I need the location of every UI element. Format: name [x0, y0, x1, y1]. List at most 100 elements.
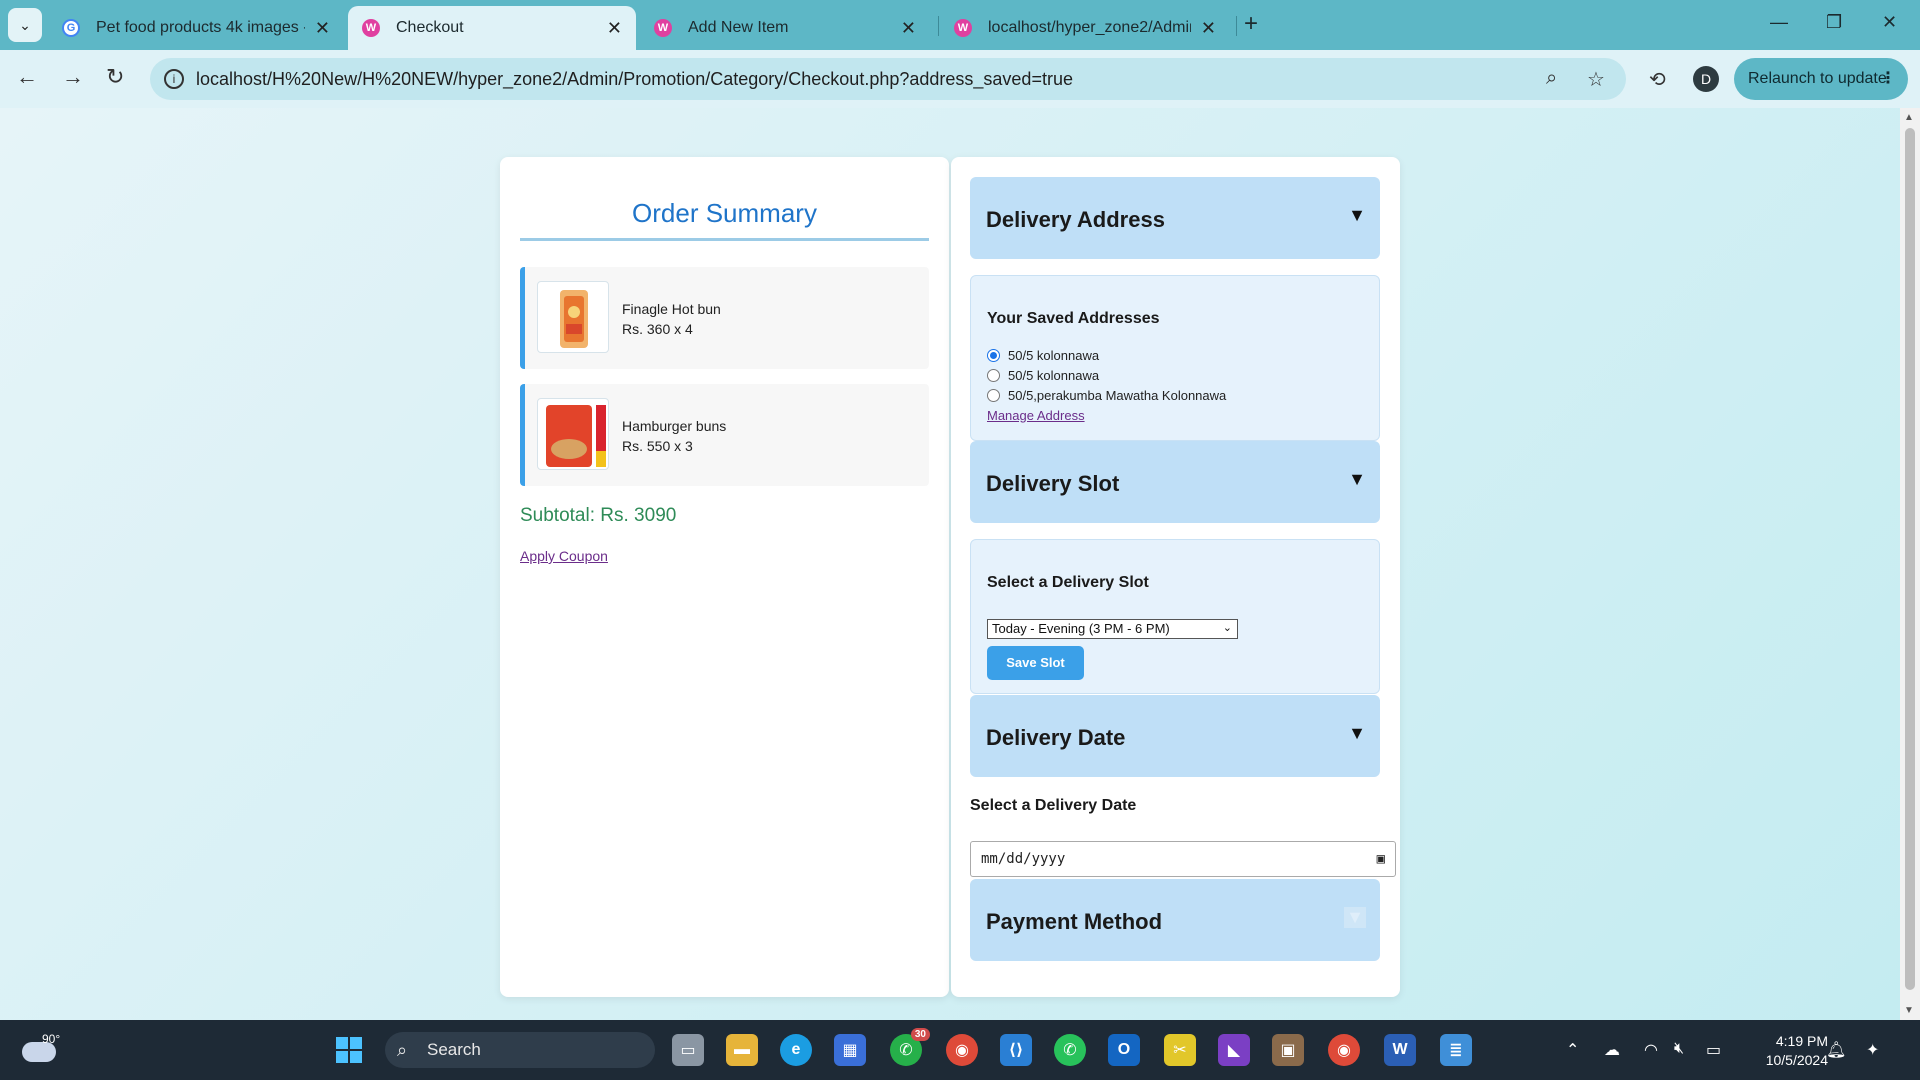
file-explorer-icon[interactable]: ▬ [726, 1034, 758, 1066]
close-tab-icon[interactable]: ✕ [901, 18, 916, 39]
accordion-label: Delivery Address [986, 207, 1165, 232]
expand-arrow-icon[interactable]: ▼ [1348, 205, 1366, 226]
battery-icon[interactable]: ▭ [1706, 1040, 1721, 1060]
date: 10/5/2024 [1765, 1052, 1828, 1068]
delivery-slot-select[interactable]: Today - Evening (3 PM - 6 PM) ⌄ [987, 619, 1238, 639]
saved-addresses-title: Your Saved Addresses [987, 310, 1160, 327]
minimize-icon[interactable]: — [1770, 12, 1788, 33]
cart-item: Hamburger buns Rs. 550 x 3 [520, 384, 929, 486]
calendar-icon[interactable]: ▣ [1377, 851, 1385, 867]
site-icon: W [654, 19, 672, 37]
delivery-date-header[interactable]: Delivery Date ▼ [970, 695, 1380, 777]
product-image [537, 398, 609, 470]
accordion-label: Delivery Date [986, 725, 1126, 750]
address-option[interactable]: 50/5 kolonnawa [987, 368, 1099, 383]
extension-icon[interactable]: ⟲ [1649, 67, 1666, 92]
profile-avatar[interactable]: D [1693, 66, 1719, 92]
scroll-down-icon[interactable]: ▼ [1904, 1005, 1914, 1016]
photo-app-icon[interactable]: ▣ [1272, 1034, 1304, 1066]
apply-coupon-link[interactable]: Apply Coupon [520, 548, 608, 564]
close-tab-icon[interactable]: ✕ [1201, 18, 1216, 39]
scrollbar-thumb[interactable] [1905, 128, 1915, 990]
close-window-icon[interactable]: ✕ [1882, 12, 1897, 33]
notepad-icon[interactable]: ≣ [1440, 1034, 1472, 1066]
page-background [0, 108, 1900, 1020]
delivery-slot-panel: Select a Delivery Slot Today - Evening (… [970, 539, 1380, 694]
site-info-icon[interactable]: i [164, 69, 184, 89]
edge-icon[interactable]: e [780, 1034, 812, 1066]
tab-title: Checkout [396, 19, 464, 36]
onedrive-icon[interactable]: ☁ [1604, 1040, 1620, 1060]
clock[interactable]: 4:19 PM 10/5/2024 [1740, 1032, 1828, 1070]
item-name: Finagle Hot bun [622, 301, 721, 317]
address-option[interactable]: 50/5 kolonnawa [987, 348, 1099, 363]
speaker-muted-icon[interactable]: 🔇︎ [1674, 1040, 1684, 1058]
radio-button[interactable] [987, 349, 1000, 362]
restore-icon[interactable]: ❐ [1826, 12, 1842, 33]
tab-search-button[interactable]: ⌄ [8, 8, 42, 42]
close-tab-icon[interactable]: ✕ [315, 18, 330, 39]
scroll-up-icon[interactable]: ▲ [1904, 112, 1914, 123]
close-tab-icon[interactable]: ✕ [607, 18, 622, 39]
notification-bell-icon[interactable]: 🔔︎ [1826, 1040, 1846, 1060]
radio-button[interactable] [987, 389, 1000, 402]
time: 4:19 PM [1775, 1033, 1828, 1049]
delivery-date-input[interactable]: mm/dd/yyyy ▣ [970, 841, 1396, 877]
tab-add-new-item[interactable]: W Add New Item ✕ [640, 6, 930, 50]
wifi-icon[interactable]: ◠ [1644, 1040, 1658, 1060]
item-name: Hamburger buns [622, 418, 727, 434]
delivery-slot-title: Select a Delivery Slot [987, 574, 1149, 591]
site-icon: W [362, 19, 380, 37]
url-text[interactable]: localhost/H%20New/H%20NEW/hyper_zone2/Ad… [196, 69, 1073, 90]
product-image [537, 281, 609, 353]
chrome-icon[interactable]: ◉ [946, 1034, 978, 1066]
whatsapp-desktop-icon[interactable]: ✆ [1054, 1034, 1086, 1066]
tab-pet-food[interactable]: G Pet food products 4k images - ( ✕ [48, 6, 344, 50]
more-menu-icon[interactable]: ⋮ [1880, 58, 1896, 100]
scrollbar[interactable]: ▲ ▼ [1900, 108, 1920, 1020]
forward-icon[interactable]: → [62, 64, 84, 90]
date-placeholder: mm/dd/yyyy [981, 851, 1066, 867]
copilot-icon[interactable]: ✦ [1866, 1040, 1879, 1060]
radio-button[interactable] [987, 369, 1000, 382]
task-view-icon[interactable]: ▭ [672, 1034, 704, 1066]
new-tab-icon[interactable]: + [1244, 10, 1258, 38]
whatsapp-icon[interactable]: ✆ 30 [890, 1028, 930, 1066]
temperature: 90° [42, 1032, 61, 1046]
tab-separator [1236, 16, 1237, 36]
tab-localhost-admin[interactable]: W localhost/hyper_zone2/Admin/ ✕ [940, 6, 1230, 50]
delivery-address-header[interactable]: Delivery Address ▼ [970, 177, 1380, 259]
tab-title: Pet food products 4k images - ( [96, 19, 305, 36]
chrome-profile-icon[interactable]: ◉ [1328, 1034, 1360, 1066]
payment-method-header[interactable]: Payment Method ▼ [970, 879, 1380, 961]
reload-icon[interactable]: ↻ [106, 64, 124, 90]
vscode-icon[interactable]: ⟨⟩ [1000, 1034, 1032, 1066]
outlook-icon[interactable]: O [1108, 1034, 1140, 1066]
zoom-icon[interactable]: ⌕ [1546, 67, 1557, 90]
bookmark-star-icon[interactable]: ☆ [1587, 67, 1605, 92]
store-icon[interactable]: ▦ [834, 1034, 866, 1066]
word-icon[interactable]: W [1384, 1034, 1416, 1066]
search-label: Search [427, 1040, 481, 1059]
save-slot-button[interactable]: Save Slot [987, 646, 1084, 680]
address-label: 50/5 kolonnawa [1008, 348, 1100, 363]
snipping-tool-icon[interactable]: ✂ [1164, 1034, 1196, 1066]
expand-arrow-icon[interactable]: ▼ [1344, 907, 1366, 928]
order-summary-title: Order Summary [632, 198, 817, 228]
start-icon[interactable] [333, 1034, 365, 1066]
visual-studio-icon[interactable]: ◣ [1218, 1034, 1250, 1066]
chevron-up-icon[interactable]: ⌃ [1566, 1040, 1579, 1060]
item-price: Rs. 360 x 4 [622, 321, 693, 337]
subtotal: Subtotal: Rs. 3090 [520, 505, 677, 526]
expand-arrow-icon[interactable]: ▼ [1348, 469, 1366, 490]
tab-checkout[interactable]: W Checkout ✕ [348, 6, 636, 50]
taskbar-search[interactable]: ⌕ Search [385, 1032, 655, 1068]
chevron-down-icon: ⌄ [1222, 622, 1232, 634]
delivery-slot-header[interactable]: Delivery Slot ▼ [970, 441, 1380, 523]
address-option[interactable]: 50/5,perakumba Mawatha Kolonnawa [987, 388, 1226, 403]
back-icon[interactable]: ← [16, 64, 38, 90]
expand-arrow-icon[interactable]: ▼ [1348, 723, 1366, 744]
manage-address-link[interactable]: Manage Address [987, 408, 1085, 423]
relaunch-button[interactable]: Relaunch to update ⋮ [1734, 58, 1908, 100]
relaunch-label: Relaunch to update [1748, 70, 1887, 87]
